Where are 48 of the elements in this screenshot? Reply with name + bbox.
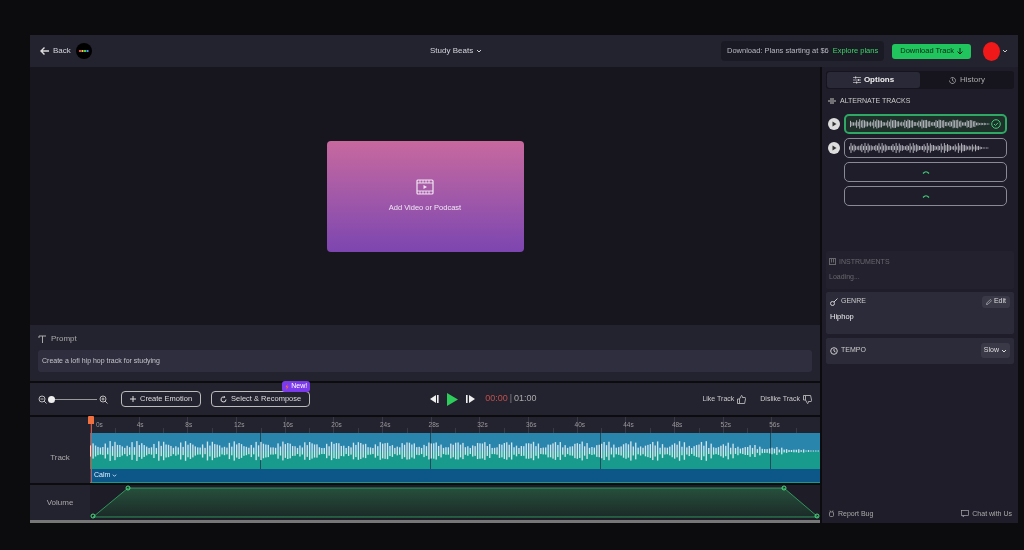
back-link[interactable]: Back (53, 45, 71, 57)
total-time: 01:00 (514, 392, 537, 406)
piano-icon (829, 258, 836, 266)
caret-icon[interactable] (1002, 48, 1008, 54)
thumbs-up-icon (737, 394, 747, 404)
alternate-track[interactable] (844, 137, 1007, 158)
caret-icon (1001, 347, 1007, 354)
pencil-icon (985, 298, 992, 305)
avatar-icon[interactable] (983, 41, 1000, 61)
skip-forward-icon[interactable] (466, 395, 476, 403)
plus-icon (130, 396, 136, 402)
guitar-icon (830, 297, 838, 306)
zoom-in-icon[interactable] (99, 394, 108, 404)
bolt-icon (285, 383, 290, 390)
play-button[interactable] (828, 141, 840, 154)
film-icon (416, 178, 434, 197)
download-arrow-icon (957, 47, 963, 55)
sidebar-tab[interactable]: Options (827, 72, 920, 88)
skip-back-icon[interactable] (430, 395, 440, 403)
text-icon (38, 334, 47, 344)
bug-icon (828, 510, 835, 518)
playhead[interactable] (88, 416, 94, 483)
caret-icon[interactable] (476, 48, 483, 54)
project-title[interactable]: Study Beats (430, 45, 474, 57)
play-button[interactable] (828, 117, 840, 130)
back-arrow-icon[interactable] (40, 46, 50, 56)
sidebar-tab[interactable]: History (920, 72, 1013, 88)
caret-icon (112, 473, 118, 478)
volume-label: Volume (46, 496, 74, 509)
zoom-out-icon[interactable] (38, 394, 47, 404)
zoom-slider[interactable] (49, 395, 97, 403)
check-circle-icon (991, 118, 1001, 129)
spinner-icon (921, 169, 930, 174)
logo-icon (75, 43, 92, 59)
history-icon (948, 75, 958, 85)
zoom-slider-thumb[interactable] (48, 395, 56, 403)
track-label: Track (50, 452, 70, 464)
clock-icon (830, 346, 838, 355)
refresh-icon (220, 395, 228, 403)
alternate-track[interactable] (844, 113, 1007, 134)
chat-icon (961, 510, 970, 518)
thumbs-down-icon (803, 394, 812, 404)
current-time: 00:00 (485, 392, 508, 406)
spinner-icon (921, 193, 930, 198)
sliders-icon (852, 76, 861, 84)
play-icon[interactable] (447, 392, 459, 406)
prompt-label: Prompt (51, 333, 77, 345)
time-separator: | (509, 392, 513, 406)
